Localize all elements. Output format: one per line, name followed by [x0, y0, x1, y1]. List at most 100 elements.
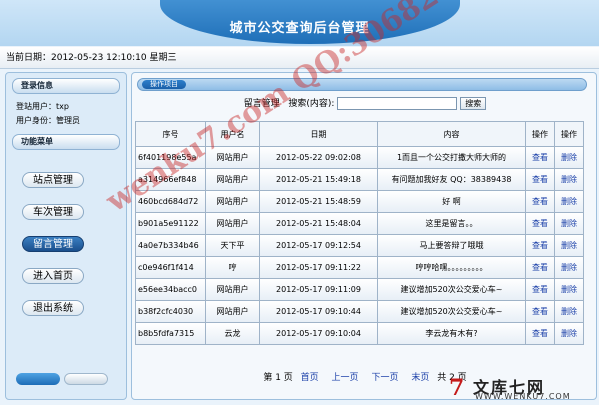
header-banner: 城市公交查询后台管理	[0, 0, 599, 46]
cell-delete: 删除	[554, 168, 584, 191]
table-row: a314966ef848 网站用户 2012-05-21 15:49:18 有问…	[135, 168, 584, 191]
view-link[interactable]: 查看	[532, 263, 548, 272]
cell-user: 网站用户	[205, 278, 260, 301]
table-row: 4a0e7b334b46 天下平 2012-05-17 09:12:54 马上要…	[135, 234, 584, 257]
view-link[interactable]: 查看	[532, 285, 548, 294]
col-id: 序号	[135, 121, 206, 147]
next-page-link[interactable]: 下一页	[371, 373, 398, 383]
cell-id: a314966ef848	[135, 168, 206, 191]
role-line: 用户身份：管理员	[16, 116, 80, 125]
cell-id: 460bcd684d72	[135, 190, 206, 213]
view-link[interactable]: 查看	[532, 197, 548, 206]
cell-date: 2012-05-17 09:10:44	[259, 300, 378, 323]
cell-date: 2012-05-21 15:48:59	[259, 190, 378, 213]
cell-date: 2012-05-17 09:11:09	[259, 278, 378, 301]
cell-view: 查看	[525, 278, 555, 301]
search-button[interactable]: 搜索	[460, 97, 487, 110]
table-row: b8b5fdfa7315 云龙 2012-05-17 09:10:04 李云龙有…	[135, 322, 584, 345]
sidebar-footer-left	[16, 373, 60, 385]
cell-user: 网站用户	[205, 300, 260, 323]
prev-page-link[interactable]: 上一页	[332, 373, 359, 383]
cell-content: 马上要答辩了哦哦	[377, 234, 526, 257]
cell-content: 1而且一个公交打撒大师大师的	[377, 146, 526, 169]
col-action-view: 操作	[525, 121, 555, 147]
cell-date: 2012-05-17 09:10:04	[259, 322, 378, 345]
menu-home[interactable]: 进入首页	[22, 268, 84, 284]
cell-content: 建议增加520次公交爱心车~	[377, 300, 526, 323]
view-link[interactable]: 查看	[532, 153, 548, 162]
cell-date: 2012-05-17 09:12:54	[259, 234, 378, 257]
login-info-heading: 登录信息	[12, 78, 120, 94]
menu-message-manage[interactable]: 留言管理	[22, 236, 84, 252]
cell-content: 好 啊	[377, 190, 526, 213]
sidebar-footer-right	[64, 373, 108, 385]
main-panel: 操作项目 留言管理 搜索(内容): 搜索 序号 用户名 日期 内容 操作 操作 …	[131, 72, 597, 400]
cell-id: c0e946f1f414	[135, 256, 206, 279]
delete-link[interactable]: 删除	[561, 307, 577, 316]
cell-delete: 删除	[554, 256, 584, 279]
table-row: 460bcd684d72 网站用户 2012-05-21 15:48:59 好 …	[135, 190, 584, 213]
cell-id: b8b5fdfa7315	[135, 322, 206, 345]
delete-link[interactable]: 删除	[561, 241, 577, 250]
first-page-link[interactable]: 首页	[301, 373, 319, 383]
col-content: 内容	[377, 121, 526, 147]
operation-tab-bar: 操作项目	[137, 78, 587, 91]
cell-content: 有问题加我好友 QQ：38389438	[377, 168, 526, 191]
cell-user: 网站用户	[205, 212, 260, 235]
cell-delete: 删除	[554, 146, 584, 169]
delete-link[interactable]: 删除	[561, 219, 577, 228]
site-logo: 7 文库七网 WWW.WENKU7.COM	[445, 372, 595, 402]
login-info: 登站用户：txp 用户身份：管理员	[6, 94, 126, 134]
cell-content: 建议增加520次公交爱心车~	[377, 278, 526, 301]
col-date: 日期	[259, 121, 378, 147]
delete-link[interactable]: 删除	[561, 197, 577, 206]
table-row: b901a5e91122 网站用户 2012-05-21 15:48:04 这里…	[135, 212, 584, 235]
sidebar: 登录信息 登站用户：txp 用户身份：管理员 功能菜单 站点管理 车次管理 留言…	[5, 72, 127, 400]
col-user: 用户名	[205, 121, 260, 147]
view-link[interactable]: 查看	[532, 241, 548, 250]
delete-link[interactable]: 删除	[561, 263, 577, 272]
delete-link[interactable]: 删除	[561, 153, 577, 162]
message-table: 序号 用户名 日期 内容 操作 操作 6f401198e55a 网站用户 201…	[135, 121, 584, 345]
search-bar: 留言管理 搜索(内容): 搜索	[132, 96, 598, 112]
search-input[interactable]	[337, 97, 458, 110]
view-link[interactable]: 查看	[532, 175, 548, 184]
delete-link[interactable]: 删除	[561, 175, 577, 184]
cell-date: 2012-05-21 15:49:18	[259, 168, 378, 191]
logo-mark: 7	[449, 375, 465, 401]
cell-user: 网站用户	[205, 190, 260, 213]
last-page-link[interactable]: 末页	[411, 373, 429, 383]
cell-id: b901a5e91122	[135, 212, 206, 235]
cell-user: 云龙	[205, 322, 260, 345]
cell-view: 查看	[525, 168, 555, 191]
cell-delete: 删除	[554, 278, 584, 301]
cell-content: 这里是留言。。	[377, 212, 526, 235]
delete-link[interactable]: 删除	[561, 285, 577, 294]
cell-date: 2012-05-17 09:11:22	[259, 256, 378, 279]
view-link[interactable]: 查看	[532, 307, 548, 316]
cell-delete: 删除	[554, 322, 584, 345]
cell-id: b38f2cfc4030	[135, 300, 206, 323]
cell-delete: 删除	[554, 300, 584, 323]
cell-user: 哼	[205, 256, 260, 279]
logo-url: WWW.WENKU7.COM	[475, 392, 571, 401]
page-info: 第 1 页	[263, 373, 293, 383]
cell-content: 哼哼哈嘿。。。。。。。。。	[377, 256, 526, 279]
menu-station-manage[interactable]: 站点管理	[22, 172, 84, 188]
operation-tab[interactable]: 操作项目	[142, 80, 186, 89]
cell-view: 查看	[525, 212, 555, 235]
cell-user: 网站用户	[205, 146, 260, 169]
cell-view: 查看	[525, 256, 555, 279]
cell-delete: 删除	[554, 212, 584, 235]
cell-date: 2012-05-22 09:02:08	[259, 146, 378, 169]
sidebar-footer	[16, 373, 112, 385]
view-link[interactable]: 查看	[532, 219, 548, 228]
menu-heading: 功能菜单	[12, 134, 120, 150]
delete-link[interactable]: 删除	[561, 329, 577, 338]
cell-delete: 删除	[554, 190, 584, 213]
menu-logout[interactable]: 退出系统	[22, 300, 84, 316]
view-link[interactable]: 查看	[532, 329, 548, 338]
user-line: 登站用户：txp	[16, 102, 69, 111]
menu-bus-manage[interactable]: 车次管理	[22, 204, 84, 220]
table-header-row: 序号 用户名 日期 内容 操作 操作	[135, 121, 584, 147]
